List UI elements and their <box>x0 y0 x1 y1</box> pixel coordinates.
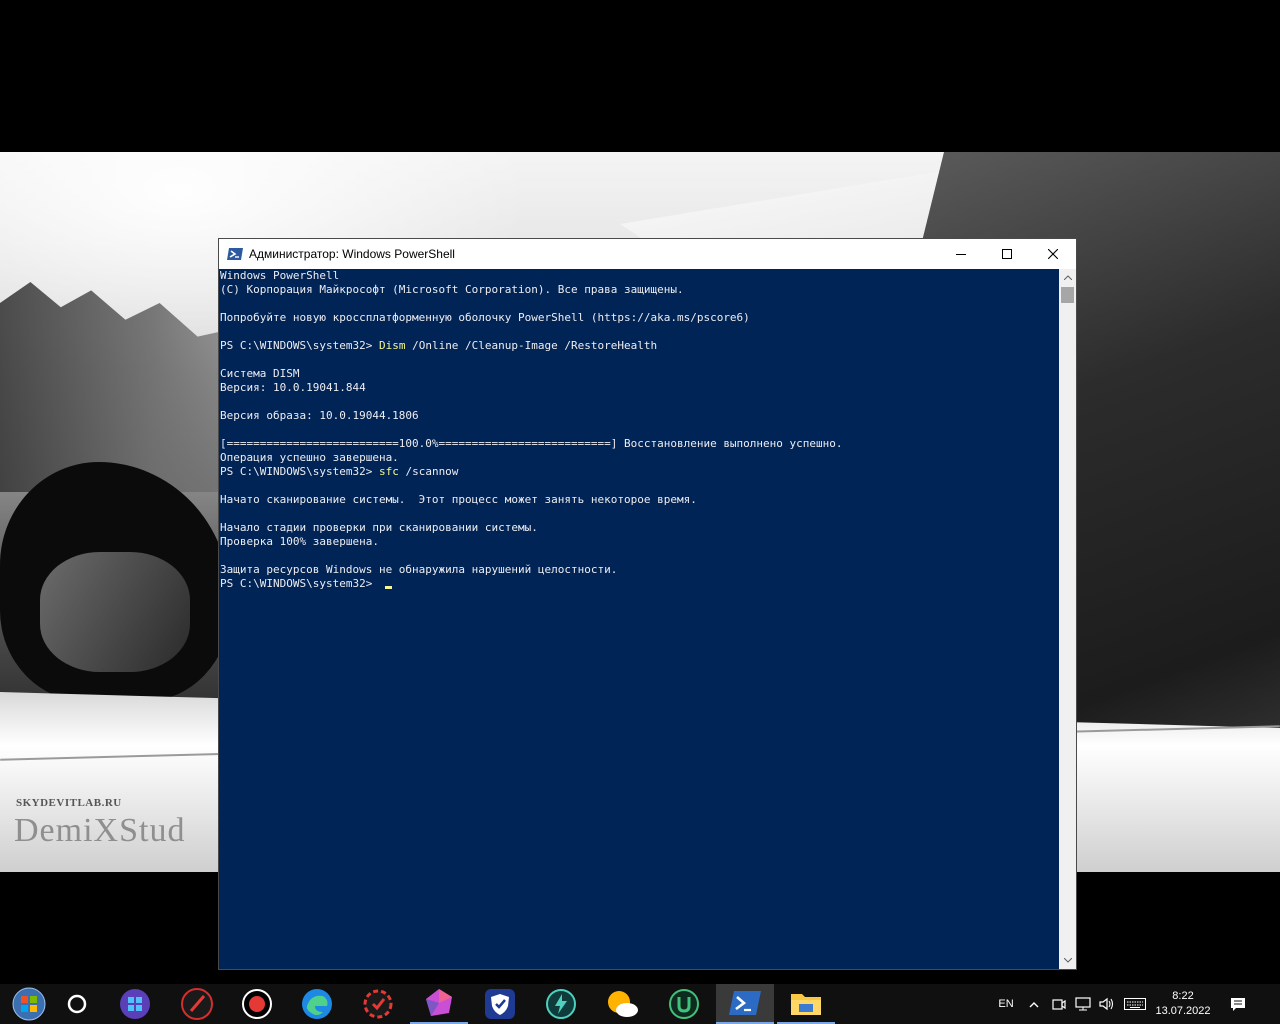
close-icon <box>1048 249 1058 259</box>
vertical-scrollbar[interactable] <box>1059 269 1076 969</box>
console-line: Версия: 10.0.19041.844 <box>220 381 366 394</box>
taskbar-app-8[interactable] <box>532 984 590 1024</box>
tray-expand-button[interactable] <box>1024 984 1044 1024</box>
minimize-button[interactable] <box>938 239 984 269</box>
console-line: PS C:\WINDOWS\system32> Dism /Online /Cl… <box>220 339 1059 353</box>
record-icon <box>242 989 272 1019</box>
store-hex-icon <box>120 989 150 1019</box>
taskbar-app-7[interactable] <box>471 984 529 1024</box>
speaker-icon <box>1099 997 1114 1011</box>
shield-icon <box>485 989 515 1019</box>
console-line: Операция успешно завершена. <box>220 451 399 464</box>
console-command-args: /Online /Cleanup-Image /RestoreHealth <box>405 339 658 352</box>
wallpaper-mirror-glass <box>40 552 190 672</box>
network-icon <box>1075 997 1091 1011</box>
edge-icon <box>302 989 332 1019</box>
taskbar-app-2[interactable] <box>168 984 226 1024</box>
console-line: Версия образа: 10.0.19044.1806 <box>220 409 419 422</box>
powershell-window[interactable]: Администратор: Windows PowerShell Window… <box>218 238 1077 970</box>
circle-icon <box>67 994 87 1014</box>
weather-icon <box>608 991 638 1017</box>
maximize-button[interactable] <box>984 239 1030 269</box>
taskbar-app-3[interactable] <box>228 984 286 1024</box>
windows-orb-icon <box>12 987 46 1021</box>
minimize-icon <box>956 254 966 255</box>
console-line: Защита ресурсов Windows не обнаружила на… <box>220 563 618 576</box>
chevron-up-icon <box>1063 275 1072 280</box>
console-line: Начато сканирование системы. Этот процес… <box>220 493 697 506</box>
console-line: PS C:\WINDOWS\system32> <box>220 577 1059 591</box>
console-line: Начало стадии проверки при сканировании … <box>220 521 538 534</box>
console-line: (C) Корпорация Майкрософт (Microsoft Cor… <box>220 283 684 296</box>
camera-icon <box>1052 999 1066 1010</box>
console-line: PS C:\WINDOWS\system32> sfc /scannow <box>220 465 1059 479</box>
window-title: Администратор: Windows PowerShell <box>249 247 455 261</box>
action-center-button[interactable] <box>1222 984 1254 1024</box>
window-titlebar[interactable]: Администратор: Windows PowerShell <box>219 239 1076 269</box>
maximize-icon <box>1002 249 1012 259</box>
chevron-up-icon <box>1029 1001 1039 1007</box>
tray-touch-keyboard[interactable] <box>1122 984 1148 1024</box>
console-prompt: PS C:\WINDOWS\system32> <box>220 339 379 352</box>
powershell-icon <box>227 246 243 262</box>
taskbar-app-edge[interactable] <box>288 984 346 1024</box>
taskbar-app-6[interactable] <box>410 984 468 1024</box>
clock-date: 13.07.2022 <box>1155 1005 1211 1017</box>
tray-clock[interactable]: 8:22 13.07.2022 <box>1150 984 1216 1024</box>
chevron-down-icon <box>1063 958 1072 963</box>
scroll-thumb[interactable] <box>1061 287 1074 303</box>
tray-network[interactable] <box>1072 984 1094 1024</box>
folder-icon <box>791 994 821 1015</box>
language-indicator[interactable]: EN <box>992 984 1020 1024</box>
close-button[interactable] <box>1030 239 1076 269</box>
console-prompt: PS C:\WINDOWS\system32> <box>220 577 379 590</box>
brush-icon <box>181 988 213 1020</box>
console-command: sfc <box>378 465 399 478</box>
notification-icon <box>1231 997 1245 1011</box>
console-line: Попробуйте новую кроссплатформенную обол… <box>220 311 750 324</box>
keyboard-icon <box>1124 998 1146 1010</box>
console-line: Windows PowerShell <box>220 269 340 282</box>
console-prompt: PS C:\WINDOWS\system32> <box>220 465 379 478</box>
taskbar-app-1[interactable] <box>106 984 164 1024</box>
console-cursor <box>384 586 392 589</box>
cortana-button[interactable] <box>48 984 106 1024</box>
tray-meet-now[interactable] <box>1048 984 1070 1024</box>
console-line: Cистема DISM <box>220 367 300 380</box>
taskbar-app-weather[interactable] <box>593 984 651 1024</box>
console-output[interactable]: Windows PowerShell (C) Корпорация Майкрос… <box>219 269 1059 969</box>
gear-red-icon <box>363 989 393 1019</box>
taskbar-app-powershell[interactable] <box>716 984 774 1024</box>
taskbar-app-5[interactable] <box>349 984 407 1024</box>
watermark-text: DemiXStud <box>14 812 186 849</box>
taskbar: EN 8:22 13.07.2022 <box>0 984 1280 1024</box>
console-command: Dism <box>378 339 406 352</box>
powershell-icon <box>729 991 761 1015</box>
u-circle-icon <box>669 989 699 1019</box>
tray-volume[interactable] <box>1096 984 1118 1024</box>
gem-icon <box>426 989 452 1016</box>
scroll-down-button[interactable] <box>1059 952 1076 969</box>
taskbar-app-explorer[interactable] <box>777 984 835 1024</box>
watermark-site: SKYDEVITLAB.RU <box>16 797 122 809</box>
console-line: [==========================100.0%=======… <box>220 437 843 450</box>
scroll-up-button[interactable] <box>1059 269 1076 286</box>
clock-time: 8:22 <box>1172 990 1194 1002</box>
taskbar-app-10[interactable] <box>655 984 713 1024</box>
console-command-args: /scannow <box>398 465 459 478</box>
bolt-circle-icon <box>546 989 576 1019</box>
console-line: Проверка 100% завершена. <box>220 535 379 548</box>
